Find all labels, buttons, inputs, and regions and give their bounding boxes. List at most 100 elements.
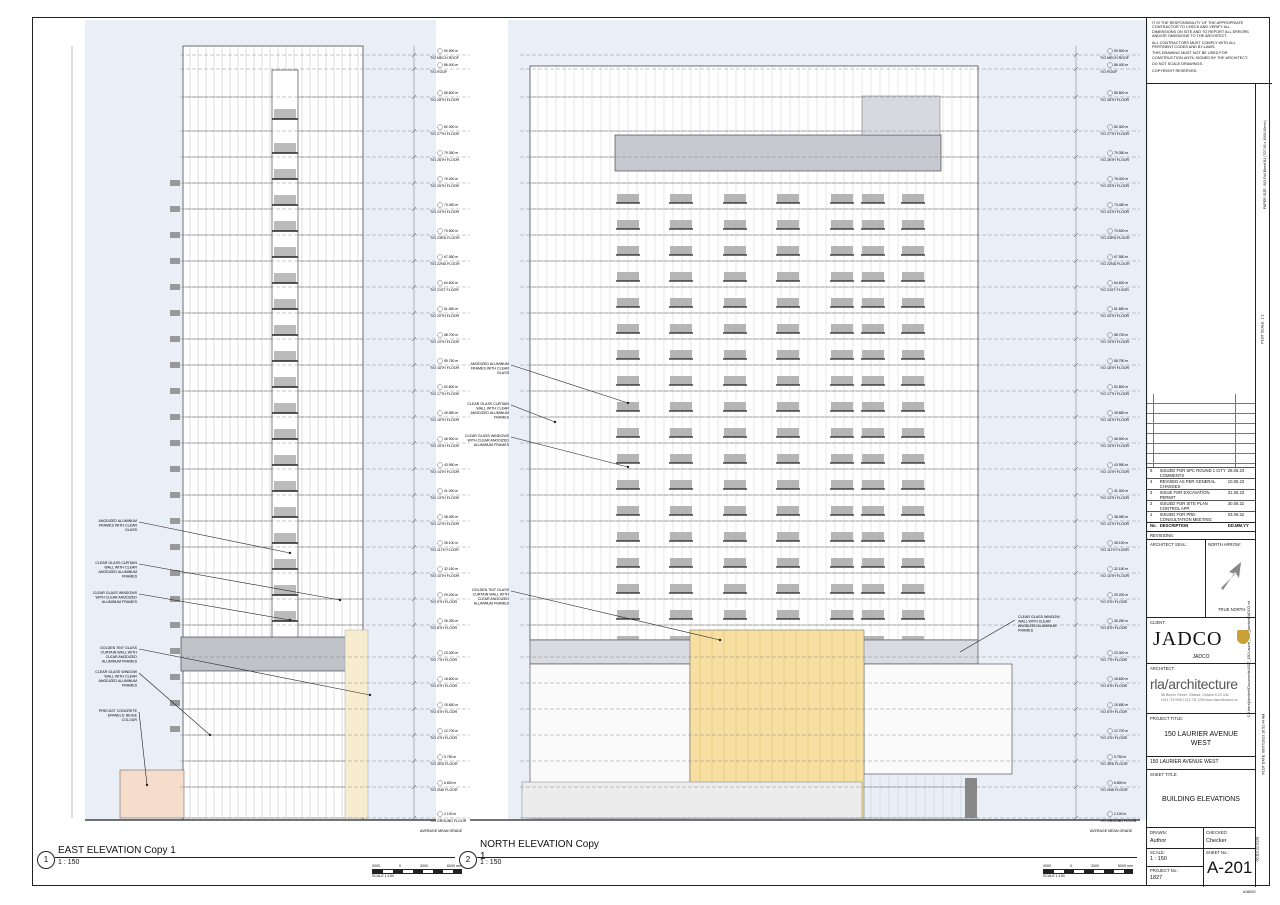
north-balcony [831, 402, 853, 411]
north-balcony [777, 584, 799, 593]
north-balcony [902, 246, 924, 255]
north-balcony [862, 480, 884, 489]
east-note: FRAMES WITH CLEAR [99, 524, 138, 528]
project-title-box: PROJECT TITLE: 150 LAURIER AVENUE WEST 1… [1147, 713, 1255, 770]
north-note: ANODIZED ALUMINUM [1018, 624, 1057, 628]
east-balcony [274, 143, 296, 153]
level-elevation: 46.900 m [1114, 437, 1128, 441]
level-elevation: 2.100 m [1114, 812, 1126, 816]
north-balcony [670, 246, 692, 255]
east-balcony [274, 221, 296, 231]
level-marker-icon [437, 462, 443, 468]
level-name: T/O 4TH FLOOR [1100, 736, 1128, 740]
sheet-no-label: SHEET No.: [1206, 850, 1229, 855]
plot-scale: PLOT SCALE: 1:1 [1260, 314, 1265, 344]
east-balcony [274, 169, 296, 179]
level-elevation: 85.800 m [444, 91, 458, 95]
level-marker-icon [437, 811, 443, 817]
north-balcony [777, 220, 799, 229]
north-column [965, 778, 977, 818]
level-name: T/O ROOF [430, 70, 448, 74]
east-side-balcony [170, 284, 180, 290]
level-marker-icon [437, 332, 443, 338]
north-balcony [862, 194, 884, 203]
east-balcony [274, 247, 296, 257]
level-elevation: 29.200 m [1114, 593, 1128, 597]
level-elevation: 79.350 m [444, 151, 458, 155]
level-marker-icon [437, 436, 443, 442]
east-note: FRAMES [122, 684, 138, 688]
level-name: T/O 2ND FLOOR [1100, 788, 1128, 792]
east-elevation-title: EAST ELEVATION Copy 1 [58, 845, 176, 856]
east-balcony [274, 195, 296, 205]
north-balcony [777, 532, 799, 541]
level-elevation: 35.100 m [444, 541, 458, 545]
level-marker-icon [437, 358, 443, 364]
north-upper-right-block [861, 95, 941, 136]
north-balcony [902, 298, 924, 307]
grade-label: AVERAGE MEAN GRADE [1090, 829, 1133, 833]
level-name: T/O ROOF [1100, 70, 1118, 74]
east-note: GOLDEN TINT GLASS [100, 646, 138, 650]
level-name: T/O 6TH FLOOR [430, 684, 458, 688]
north-elevation-scale: 1 : 150 [480, 859, 502, 866]
level-name: T/O 4TH FLOOR [430, 736, 458, 740]
north-bar-scale: 3000 0 3000 6000 mm SCALE 1:150 [1043, 864, 1133, 878]
level-marker-icon [437, 48, 443, 54]
level-name: T/O 12TH FLOOR [430, 522, 460, 526]
east-side-balcony [170, 518, 180, 524]
level-elevation: 18.600 m [1114, 677, 1128, 681]
level-name: T/O 24TH FLOOR [1100, 210, 1130, 214]
north-balcony [617, 194, 639, 203]
north-balcony [670, 376, 692, 385]
north-balcony [831, 558, 853, 567]
north-note: CLEAR ANODIZED [478, 597, 510, 601]
level-name: T/O 11TH FLOOR [430, 548, 459, 552]
level-elevation: 55.750 m [1114, 359, 1128, 363]
north-balcony [831, 376, 853, 385]
north-arrow-icon [1221, 562, 1241, 590]
north-balcony [831, 584, 853, 593]
level-elevation: 38.050 m [444, 515, 458, 519]
level-name: T/O 24TH FLOOR [430, 210, 460, 214]
north-balcony [724, 220, 746, 229]
note-leader-dot [553, 420, 557, 424]
north-balcony [831, 246, 853, 255]
north-balcony [617, 220, 639, 229]
north-balcony [831, 272, 853, 281]
east-side-balcony [170, 258, 180, 264]
north-balcony [777, 194, 799, 203]
north-balcony [670, 454, 692, 463]
north-balcony [777, 428, 799, 437]
north-balcony [670, 584, 692, 593]
east-note: CLEAR GLASS WINDOWS [93, 591, 138, 595]
level-elevation: 29.200 m [444, 593, 458, 597]
level-name: T/O 20TH FLOOR [430, 314, 460, 318]
north-note: FRAMES [1018, 629, 1034, 633]
east-note: CLEAR GLASS CURTAIN [95, 561, 137, 565]
north-balcony [724, 246, 746, 255]
level-name: T/O 16TH FLOOR [1100, 418, 1130, 422]
north-upper-band [614, 134, 942, 172]
east-side-balcony [170, 700, 180, 706]
north-note: WALL WITH CLEAR [476, 407, 509, 411]
level-name: T/O 14TH FLOOR [430, 470, 460, 474]
level-name: T/O 14TH FLOOR [1100, 470, 1130, 474]
north-balcony [670, 298, 692, 307]
level-elevation: 90.900 m [444, 49, 458, 53]
level-name: T/O 20TH FLOOR [1100, 314, 1130, 318]
north-balcony [777, 350, 799, 359]
level-elevation: 82.300 m [1114, 125, 1128, 129]
revisions-table: 5 ISSUED FOR SPC ROUND 1 CITY COMMENTS 28.… [1147, 467, 1255, 540]
north-balcony [617, 454, 639, 463]
grade-label: AVERAGE MEAN GRADE [420, 829, 463, 833]
level-name: T/O 22ND FLOOR [430, 262, 460, 266]
level-marker-icon [437, 202, 443, 208]
east-side-balcony [170, 336, 180, 342]
level-marker-icon [437, 150, 443, 156]
level-name: T/O 28TH FLOOR [430, 98, 460, 102]
east-view-marker[interactable]: 1 [37, 851, 55, 869]
north-balcony [670, 402, 692, 411]
level-name: T/O 8TH FLOOR [430, 626, 458, 630]
north-balcony [862, 324, 884, 333]
